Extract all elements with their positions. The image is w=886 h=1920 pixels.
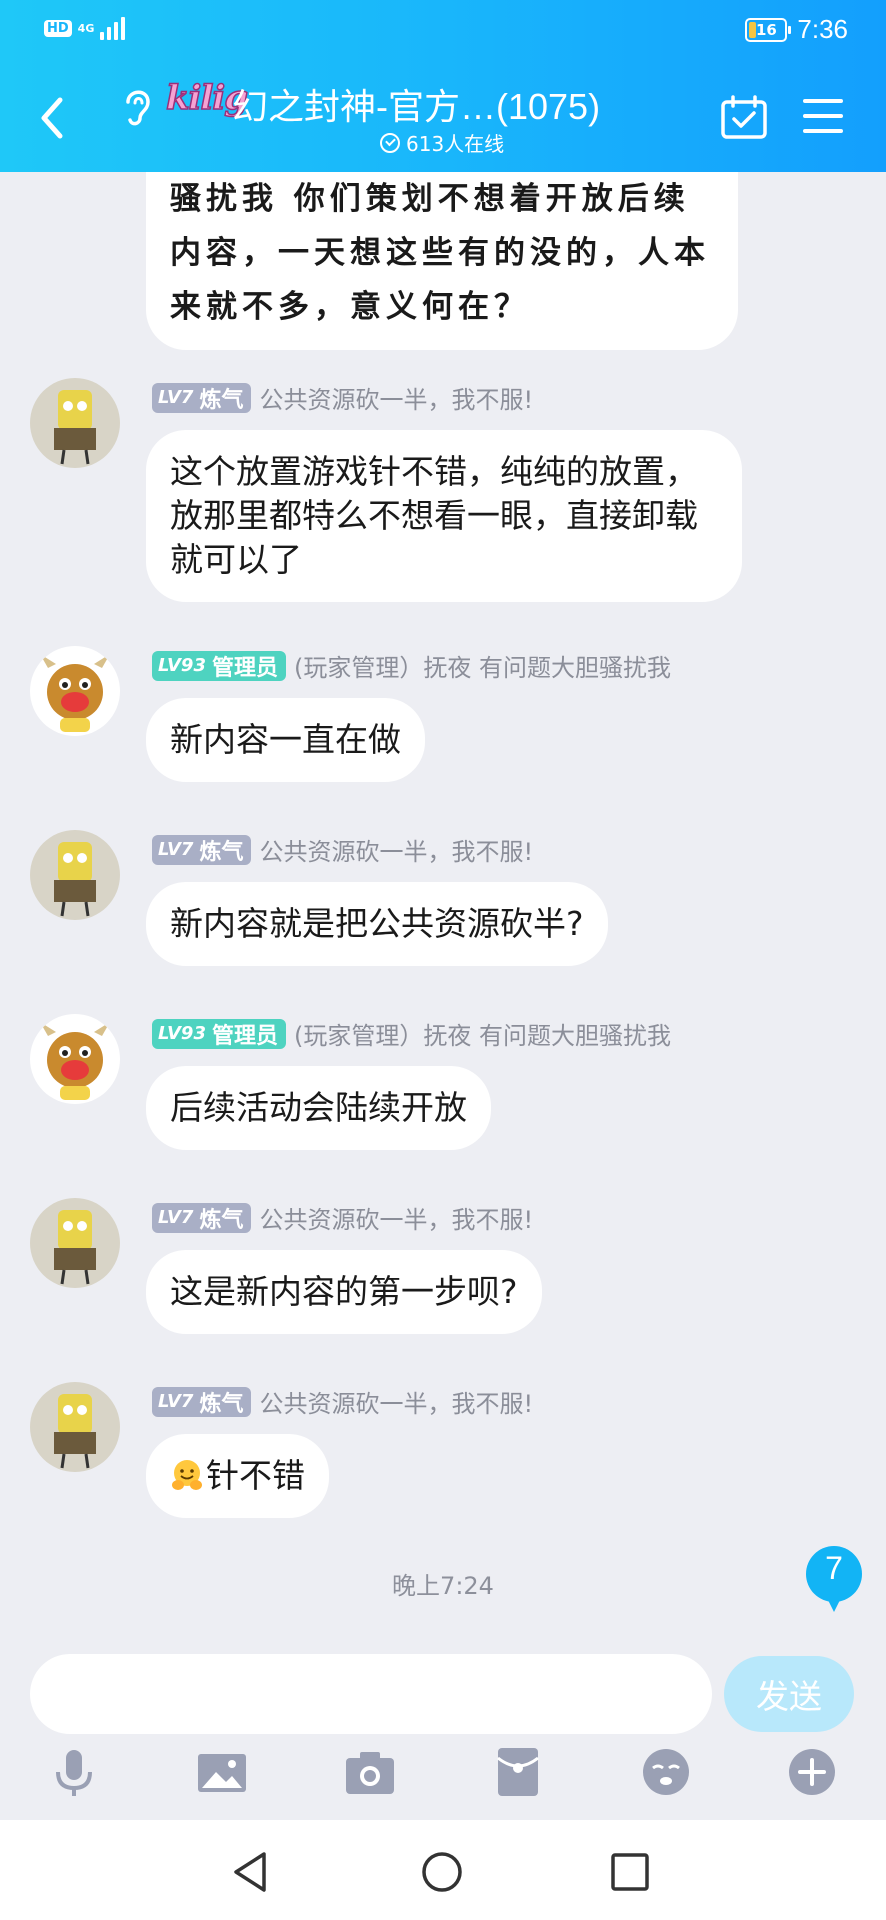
message-bubble-continued[interactable]: 骚扰我 你们策划不想着开放后续内容，一天想这些有的没的，人本来就不多，意义何在？ [146, 172, 738, 350]
sender-meta: LV93 管理员 (玩家管理）抚夜 有问题大胆骚扰我 [152, 648, 671, 683]
online-count-text: 613人在线 [406, 132, 505, 156]
level-badge: LV93 管理员 [152, 1018, 286, 1049]
nav-back-icon[interactable] [230, 1850, 274, 1894]
avatar-sponge[interactable] [30, 378, 120, 468]
sender-meta: LV7 炼气 公共资源砍一半，我不服! [152, 380, 533, 415]
ear-icon[interactable] [118, 84, 156, 130]
image-icon[interactable] [194, 1744, 250, 1800]
level-badge: LV7 炼气 [152, 382, 252, 413]
network-type: 4G [77, 21, 95, 35]
sender-meta: LV7 炼气 公共资源砍一半，我不服! [152, 1200, 533, 1235]
status-bar-right: 16 7:36 [745, 14, 848, 45]
message-bubble[interactable]: 这是新内容的第一步呗? [146, 1250, 542, 1334]
emoji-icon[interactable] [638, 1744, 694, 1800]
hd-badge: HD [44, 19, 72, 37]
sender-name[interactable]: (玩家管理）抚夜 有问题大胆骚扰我 [294, 648, 671, 683]
sender-meta: LV93 管理员 (玩家管理）抚夜 有问题大胆骚扰我 [152, 1016, 671, 1051]
sender-name[interactable]: 公共资源砍一半，我不服! [259, 1384, 533, 1419]
signal-icon [100, 16, 126, 40]
avatar-cow[interactable] [30, 646, 120, 736]
send-button[interactable]: 发送 [724, 1656, 854, 1732]
avatar-sponge[interactable] [30, 830, 120, 920]
system-navigation-bar [0, 1820, 886, 1920]
message-bubble[interactable]: 针不错 [146, 1434, 329, 1518]
battery-icon: 16 [745, 17, 792, 42]
message-bubble[interactable]: 这个放置游戏针不错，纯纯的放置，放那里都特么不想看一眼，直接卸载就可以了 [146, 430, 742, 602]
message-text: 针不错 [206, 1456, 305, 1495]
check-circle-icon [380, 132, 400, 153]
sender-name[interactable]: 公共资源砍一半，我不服! [259, 832, 533, 867]
sender-name[interactable]: 公共资源砍一半，我不服! [259, 380, 533, 415]
message-timestamp: 晚上7:24 [392, 1572, 494, 1600]
nav-home-icon[interactable] [420, 1850, 464, 1894]
status-bar-left: HD 4G [44, 16, 126, 40]
avatar-sponge[interactable] [30, 1198, 120, 1288]
group-title[interactable]: 幻之封神-官方…(1075) [232, 78, 600, 130]
message-list[interactable]: 骚扰我 你们策划不想着开放后续内容，一天想这些有的没的，人本来就不多，意义何在？… [0, 172, 886, 1642]
unread-badge[interactable]: 7 [804, 1546, 864, 1612]
sender-name[interactable]: (玩家管理）抚夜 有问题大胆骚扰我 [294, 1016, 671, 1051]
camera-icon[interactable] [342, 1744, 398, 1800]
battery-level: 16 [755, 20, 777, 39]
sender-meta: LV7 炼气 公共资源砍一半，我不服! [152, 1384, 533, 1419]
red-packet-icon[interactable] [490, 1744, 546, 1800]
level-badge: LV7 炼气 [152, 834, 252, 865]
chat-header: HD 4G 16 7:36 kilig 幻之封神-官方…(1075) 613人在… [0, 0, 886, 172]
level-badge: LV93 管理员 [152, 650, 286, 681]
sender-meta: LV7 炼气 公共资源砍一半，我不服! [152, 832, 533, 867]
input-toolbar [0, 1744, 886, 1810]
calendar-check-icon[interactable] [720, 94, 768, 140]
level-badge: LV7 炼气 [152, 1202, 252, 1233]
online-count: 613人在线 [380, 128, 504, 157]
clock: 7:36 [797, 14, 848, 44]
sender-name[interactable]: 公共资源砍一半，我不服! [259, 1200, 533, 1235]
avatar-cow[interactable] [30, 1014, 120, 1104]
message-input[interactable] [30, 1654, 712, 1734]
avatar-sponge[interactable] [30, 1382, 120, 1472]
plus-icon[interactable] [784, 1744, 840, 1800]
microphone-icon[interactable] [46, 1744, 102, 1800]
smiling-hands-emoji [172, 1460, 202, 1490]
message-bubble[interactable]: 新内容就是把公共资源砍半? [146, 882, 608, 966]
level-badge: LV7 炼气 [152, 1386, 252, 1417]
unread-count: 7 [825, 1550, 843, 1586]
menu-icon[interactable] [802, 96, 844, 136]
message-bubble[interactable]: 后续活动会陆续开放 [146, 1066, 491, 1150]
message-bubble[interactable]: 新内容一直在做 [146, 698, 425, 782]
nav-recent-icon[interactable] [608, 1850, 652, 1894]
back-arrow-icon[interactable] [34, 94, 70, 142]
